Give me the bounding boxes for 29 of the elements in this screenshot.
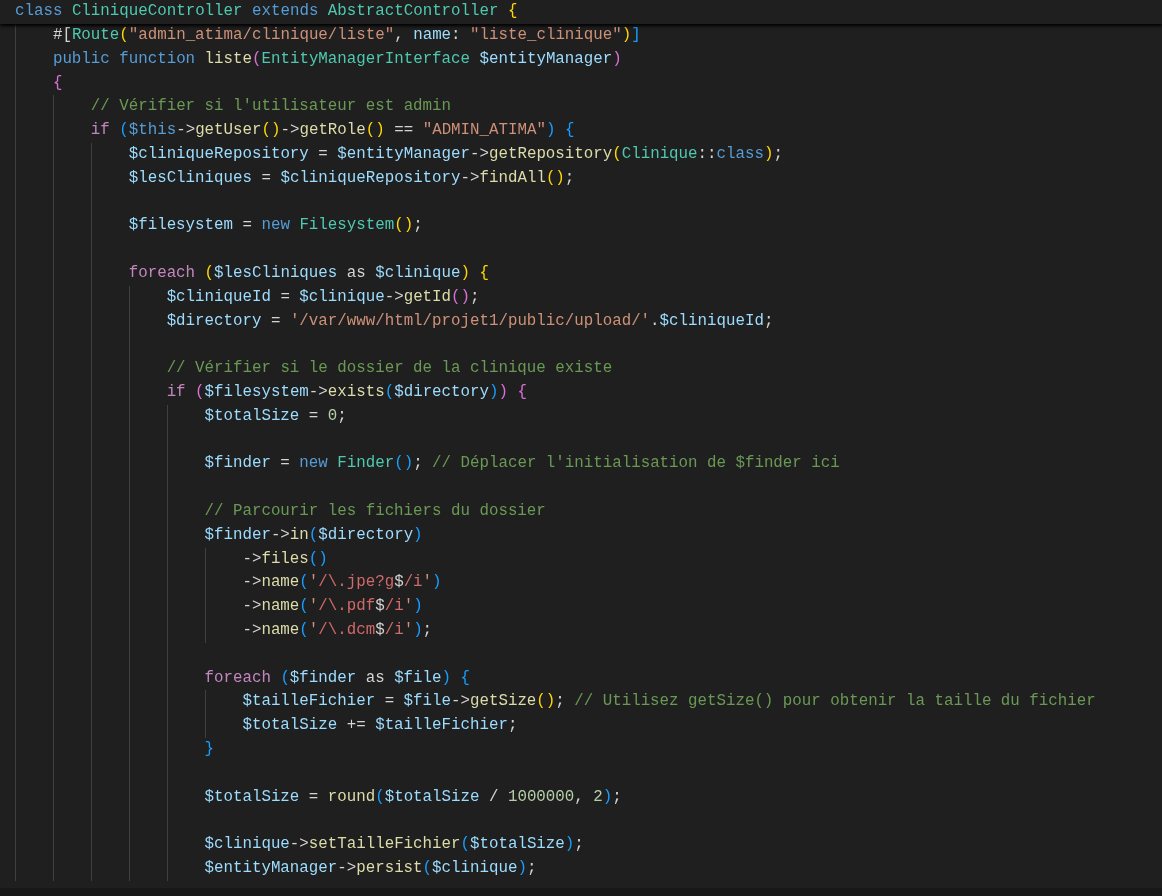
code-line: if ($filesystem->exists($directory)) { xyxy=(166,381,527,403)
code-line: $directory = '/var/www/html/projet1/public/upload/'.$cliniqueId; xyxy=(166,310,774,332)
code-line: $totalSize = round($totalSize / 1000000, 2); xyxy=(204,786,622,808)
code-line: $totalSize += $tailleFichier; xyxy=(242,715,518,737)
code-line: } xyxy=(204,738,214,760)
code-line: ->name('/\.dcm$/i'); xyxy=(242,619,433,641)
code-line: // Vérifier si l'utilisateur est admin xyxy=(90,96,452,118)
code-line: $finder->in($directory) xyxy=(204,524,423,546)
code-line: #[Route("admin_atima/clinique/liste", name: "liste_clinique")] xyxy=(52,25,641,46)
code-line: $totalSize = 0; xyxy=(204,405,347,427)
code-line: $clinique->setTailleFichier($totalSize); xyxy=(204,834,584,856)
code-line: $lesCliniques = $cliniqueRepository->findAll(); xyxy=(128,167,575,189)
code-line: $tailleFichier = $file->getSize(); // Utilisez getSize() pour obtenir la taille du fichier xyxy=(242,691,1096,713)
code-line: { xyxy=(52,72,63,94)
code-line: $cliniqueRepository = $entityManager->getRepository(Clinique::class); xyxy=(128,144,783,165)
code-line: ->files() xyxy=(242,548,328,570)
code-line: if ($this->getUser()->getRole() == "ADMIN_ATIMA") { xyxy=(90,120,575,142)
code-line: ->name('/\.pdf$/i') xyxy=(242,596,423,618)
code-line: $filesystem = new Filesystem(); xyxy=(128,215,423,237)
code-line: // Vérifier si le dossier de la clinique existe xyxy=(166,358,613,380)
code-line: foreach ($finder as $file) { xyxy=(204,667,470,689)
code-line: ->name('/\.jpe?g$/i') xyxy=(242,572,442,594)
code-line: $cliniqueId = $clinique->getId(); xyxy=(166,286,480,308)
code-line: $finder = new Finder(); // Déplacer l'initialisation de $finder ici xyxy=(204,453,840,475)
code-line: // Parcourir les fichiers du dossier xyxy=(204,500,546,522)
code-line: class CliniqueController extends AbstractController { xyxy=(15,1,518,23)
code-line: public function liste(EntityManagerInterface $entityManager) xyxy=(52,48,622,70)
code-line: foreach ($lesCliniques as $clinique) { xyxy=(128,262,489,284)
code-line: $entityManager->persist($clinique); xyxy=(204,857,537,879)
